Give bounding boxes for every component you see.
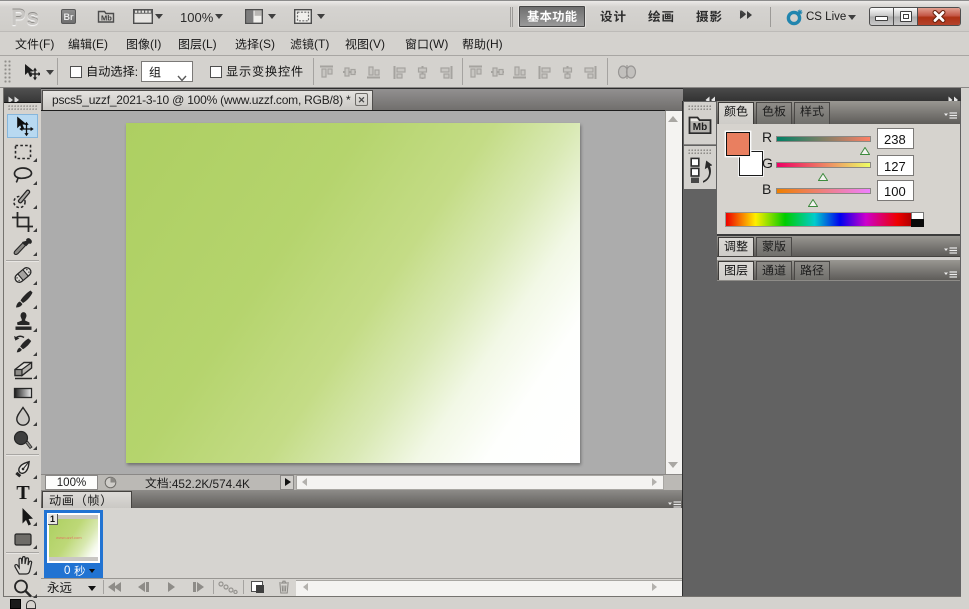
svg-text:Mb: Mb bbox=[101, 14, 112, 23]
svg-text:Mb: Mb bbox=[693, 122, 707, 133]
svg-text:T: T bbox=[16, 482, 30, 503]
